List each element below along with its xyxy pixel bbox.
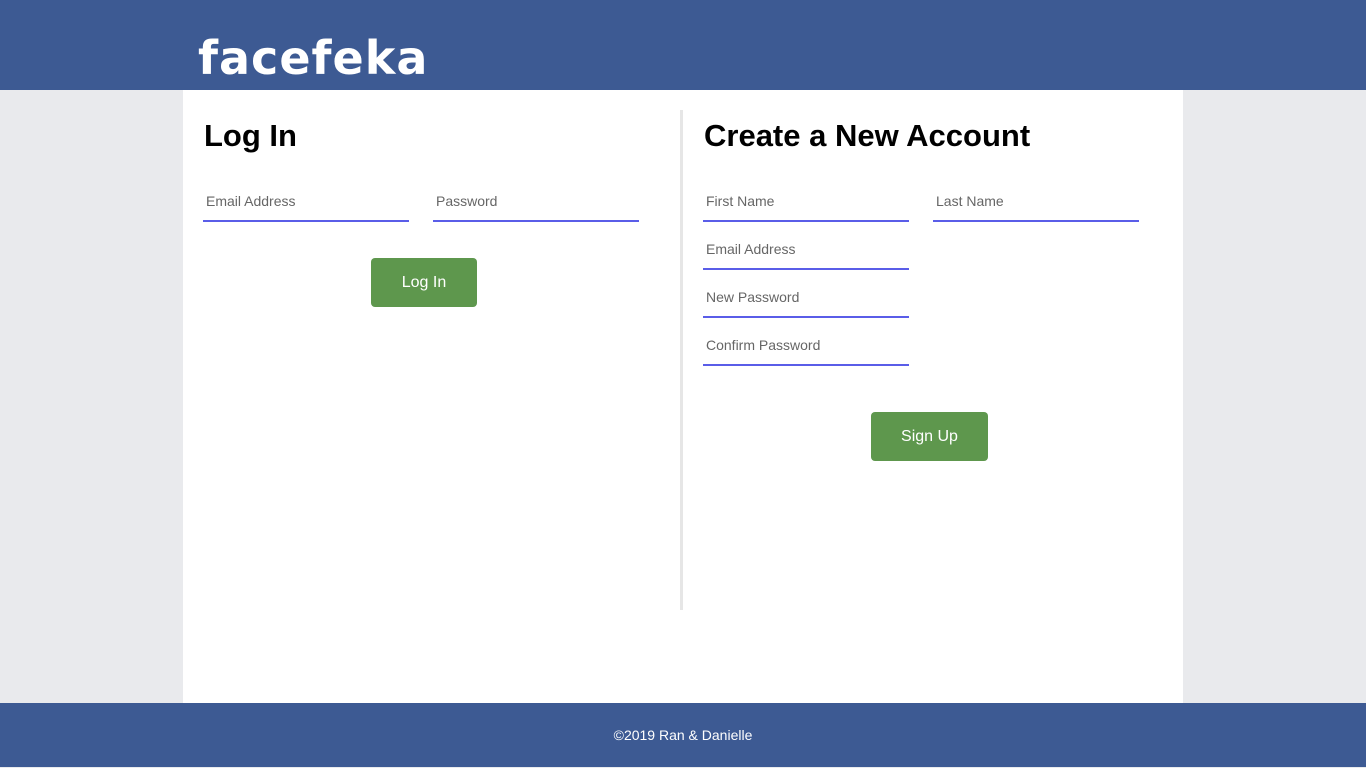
site-logo[interactable]: facefeka <box>198 32 428 84</box>
section-divider <box>680 110 683 610</box>
footer-copyright: ©2019 Ran & Danielle <box>613 727 753 743</box>
last-name-input[interactable] <box>933 182 1139 222</box>
login-email-input[interactable] <box>203 182 409 222</box>
confirm-password-input[interactable] <box>703 326 909 366</box>
first-name-input[interactable] <box>703 182 909 222</box>
footer-bar: ©2019 Ran & Danielle <box>0 703 1366 767</box>
signup-title: Create a New Account <box>704 118 1031 153</box>
header-bar: facefeka <box>0 0 1366 90</box>
new-password-input[interactable] <box>703 278 909 318</box>
signup-button[interactable]: Sign Up <box>871 412 988 461</box>
login-password-input[interactable] <box>433 182 639 222</box>
main-content: Log In Log In Create a New Account Sign … <box>183 90 1183 703</box>
login-title: Log In <box>204 118 297 153</box>
login-button[interactable]: Log In <box>371 258 477 307</box>
signup-email-input[interactable] <box>703 230 909 270</box>
